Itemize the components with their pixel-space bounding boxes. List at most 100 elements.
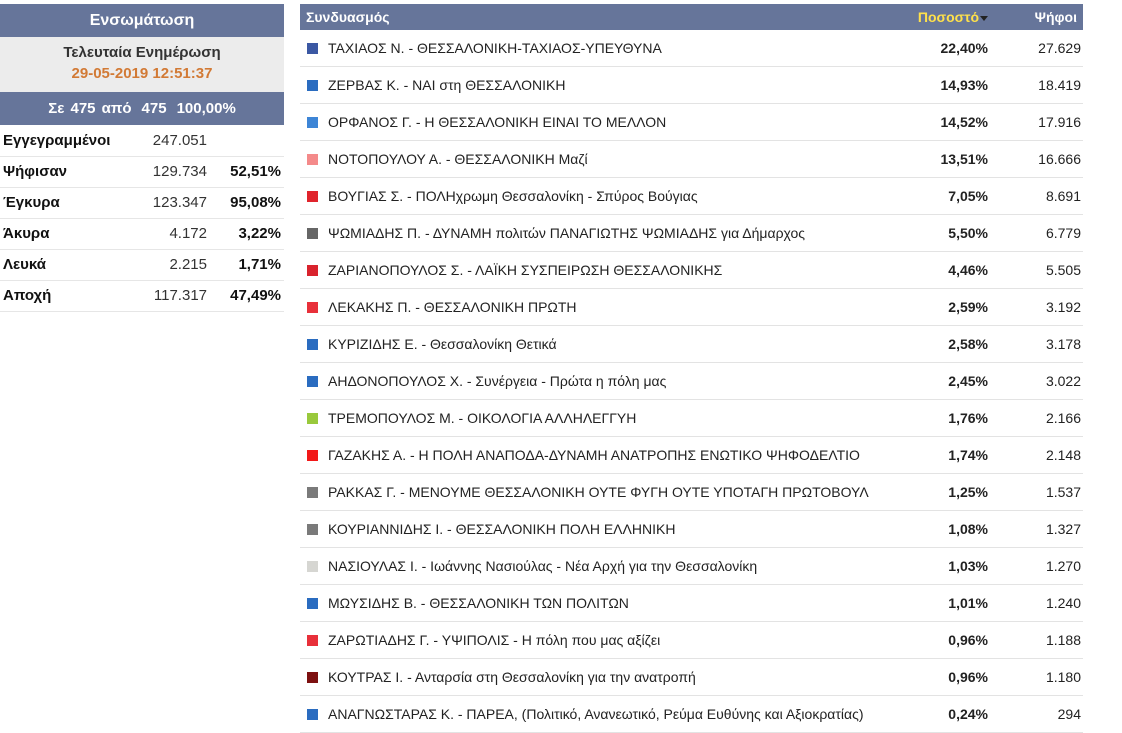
coalition-percentage: 14,52% <box>940 114 988 130</box>
progress-prefix: Σε 475 από <box>48 100 132 117</box>
result-row[interactable]: ΖΑΡΙΑΝΟΠΟΥΛΟΣ Σ. - ΛΑΪΚΗ ΣΥΣΠΕΙΡΩΣΗ ΘΕΣΣ… <box>300 252 1083 289</box>
stats-row: Λευκά 2.215 1,71% <box>0 249 284 281</box>
stat-label: Άκυρα <box>0 218 120 250</box>
party-color-swatch <box>307 671 318 683</box>
result-row[interactable]: ΨΩΜΙΑΔΗΣ Π. - ΔΥΝΑΜΗ πολιτών ΠΑΝΑΓΙΩΤΗΣ … <box>300 215 1083 252</box>
coalition-votes: 2.166 <box>1045 410 1081 426</box>
stats-row: Ψήφισαν 129.734 52,51% <box>0 156 284 188</box>
stat-count: 123.347 <box>120 187 210 219</box>
party-color-swatch <box>307 42 318 54</box>
results-header: Συνδυασμός Ποσοστό Ψήφοι <box>300 4 1083 30</box>
coalition-name: ΒΟΥΓΙΑΣ Σ. - ΠΟΛΗχρωμη Θεσσαλονίκη - Σπύ… <box>328 188 698 204</box>
party-color-swatch <box>307 560 318 572</box>
progress-total: 475 <box>141 100 167 117</box>
result-row[interactable]: ΖΑΡΩΤΙΑΔΗΣ Γ. - ΥΨΙΠΟΛΙΣ - Η πόλη που μα… <box>300 622 1083 659</box>
party-color-swatch <box>307 264 318 276</box>
coalition-votes: 3.178 <box>1045 336 1081 352</box>
coalition-percentage: 1,08% <box>948 521 988 537</box>
coalition-name: ΑΝΑΓΝΩΣΤΑΡΑΣ Κ. - ΠΑΡΕΑ, (Πολιτικό, Αναν… <box>328 706 864 722</box>
coalition-percentage: 0,96% <box>948 669 988 685</box>
stat-count: 2.215 <box>120 249 210 281</box>
stat-label: Λευκά <box>0 249 120 281</box>
coalition-votes: 5.505 <box>1045 262 1081 278</box>
coalition-name: ΖΑΡΩΤΙΑΔΗΣ Γ. - ΥΨΙΠΟΛΙΣ - Η πόλη που μα… <box>328 632 661 648</box>
result-row[interactable]: ΒΟΥΓΙΑΣ Σ. - ΠΟΛΗχρωμη Θεσσαλονίκη - Σπύ… <box>300 178 1083 215</box>
column-header-votes[interactable]: Ψήφοι <box>988 9 1083 25</box>
last-update-box: Τελευταία Ενημέρωση 29-05-2019 12:51:37 <box>0 37 284 92</box>
result-row[interactable]: ΟΡΦΑΝΟΣ Γ. - Η ΘΕΣΣΑΛΟΝΙΚΗ ΕΙΝΑΙ ΤΟ ΜΕΛΛ… <box>300 104 1083 141</box>
coalition-name: ΜΩΥΣΙΔΗΣ Β. - ΘΕΣΣΑΛΟΝΙΚΗ ΤΩΝ ΠΟΛΙΤΩΝ <box>328 595 629 611</box>
coalition-percentage: 4,46% <box>948 262 988 278</box>
stat-percent: 95,08% <box>210 187 284 219</box>
coalition-votes: 294 <box>1057 706 1081 722</box>
column-header-percentage[interactable]: Ποσοστό <box>896 9 988 25</box>
party-color-swatch <box>307 597 318 609</box>
stat-label: Αποχή <box>0 280 120 312</box>
result-row[interactable]: ΑΝΑΓΝΩΣΤΑΡΑΣ Κ. - ΠΑΡΕΑ, (Πολιτικό, Αναν… <box>300 696 1083 733</box>
result-row[interactable]: ΚΟΥΡΙΑΝΝΙΔΗΣ Ι. - ΘΕΣΣΑΛΟΝΙΚΗ ΠΟΛΗ ΕΛΛΗΝ… <box>300 511 1083 548</box>
result-row[interactable]: ΛΕΚΑΚΗΣ Π. - ΘΕΣΣΑΛΟΝΙΚΗ ΠΡΩΤΗ 2,59% 3.192 <box>300 289 1083 326</box>
sort-desc-icon <box>980 15 988 21</box>
coalition-name: ΖΕΡΒΑΣ Κ. - ΝΑΙ στη ΘΕΣΣΑΛΟΝΙΚΗ <box>328 77 566 93</box>
result-row[interactable]: ΑΗΔΟΝΟΠΟΥΛΟΣ Χ. - Συνέργεια - Πρώτα η πό… <box>300 363 1083 400</box>
coalition-percentage: 2,45% <box>948 373 988 389</box>
result-row[interactable]: ΖΕΡΒΑΣ Κ. - ΝΑΙ στη ΘΕΣΣΑΛΟΝΙΚΗ 14,93% 18.… <box>300 67 1083 104</box>
party-color-swatch <box>307 190 318 202</box>
progress-percent: 100,00% <box>176 100 236 117</box>
last-update-label: Τελευταία Ενημέρωση <box>63 44 221 61</box>
coalition-percentage: 0,24% <box>948 706 988 722</box>
coalition-votes: 27.629 <box>1038 40 1081 56</box>
coalition-votes: 1.270 <box>1045 558 1081 574</box>
coalition-name: ΝΟΤΟΠΟΥΛΟΥ Α. - ΘΕΣΣΑΛΟΝΙΚΗ Μαζί <box>328 151 588 167</box>
coalition-name: ΤΑΧΙΑΟΣ Ν. - ΘΕΣΣΑΛΟΝΙΚΗ-ΤΑΧΙΑΟΣ-ΥΠΕΥΘΥΝ… <box>328 40 662 56</box>
coalition-name: ΓΑΖΑΚΗΣ Α. - Η ΠΟΛΗ ΑΝΑΠΟΔΑ-ΔΥΝΑΜΗ ΑΝΑΤΡ… <box>328 447 860 463</box>
coalition-percentage: 13,51% <box>940 151 988 167</box>
coalition-percentage: 1,01% <box>948 595 988 611</box>
party-color-swatch <box>307 153 318 165</box>
result-row[interactable]: ΓΑΖΑΚΗΣ Α. - Η ΠΟΛΗ ΑΝΑΠΟΔΑ-ΔΥΝΑΜΗ ΑΝΑΤΡ… <box>300 437 1083 474</box>
result-row[interactable]: ΚΥΡΙΖΙΔΗΣ Ε. - Θεσσαλονίκη Θετικά 2,58% 3.… <box>300 326 1083 363</box>
coalition-name: ΖΑΡΙΑΝΟΠΟΥΛΟΣ Σ. - ΛΑΪΚΗ ΣΥΣΠΕΙΡΩΣΗ ΘΕΣΣ… <box>328 262 723 278</box>
stats-row: Έγκυρα 123.347 95,08% <box>0 187 284 219</box>
stat-percent: 3,22% <box>210 218 284 250</box>
coalition-name: ΚΟΥΤΡΑΣ Ι. - Ανταρσία στη Θεσσαλονίκη γι… <box>328 669 696 685</box>
result-row[interactable]: ΤΡΕΜΟΠΟΥΛΟΣ Μ. - ΟΙΚΟΛΟΓΙΑ ΑΛΛΗΛΕΓΓΥΗ 1,7… <box>300 400 1083 437</box>
coalition-percentage: 5,50% <box>948 225 988 241</box>
party-color-swatch <box>307 301 318 313</box>
party-color-swatch <box>307 523 318 535</box>
stats-table: Εγγεγραμμένοι 247.051 Ψήφισαν 129.734 52,51%… <box>0 125 284 312</box>
party-color-swatch <box>307 338 318 350</box>
result-row[interactable]: ΚΟΥΤΡΑΣ Ι. - Ανταρσία στη Θεσσαλονίκη γι… <box>300 659 1083 696</box>
coalition-votes: 18.419 <box>1038 77 1081 93</box>
stat-percent: 1,71% <box>210 249 284 281</box>
coalition-percentage: 22,40% <box>940 40 988 56</box>
stat-count: 129.734 <box>120 156 210 188</box>
coalition-name: ΚΥΡΙΖΙΔΗΣ Ε. - Θεσσαλονίκη Θετικά <box>328 336 557 352</box>
coalition-votes: 1.180 <box>1045 669 1081 685</box>
result-row[interactable]: ΜΩΥΣΙΔΗΣ Β. - ΘΕΣΣΑΛΟΝΙΚΗ ΤΩΝ ΠΟΛΙΤΩΝ 1,0… <box>300 585 1083 622</box>
party-color-swatch <box>307 708 318 720</box>
coalition-name: ΚΟΥΡΙΑΝΝΙΔΗΣ Ι. - ΘΕΣΣΑΛΟΝΙΚΗ ΠΟΛΗ ΕΛΛΗΝ… <box>328 521 676 537</box>
result-row[interactable]: ΝΟΤΟΠΟΥΛΟΥ Α. - ΘΕΣΣΑΛΟΝΙΚΗ Μαζί 13,51% 16… <box>300 141 1083 178</box>
coalition-votes: 2.148 <box>1045 447 1081 463</box>
coalition-percentage: 0,96% <box>948 632 988 648</box>
party-color-swatch <box>307 375 318 387</box>
coalition-name: ΤΡΕΜΟΠΟΥΛΟΣ Μ. - ΟΙΚΟΛΟΓΙΑ ΑΛΛΗΛΕΓΓΥΗ <box>328 410 637 426</box>
column-header-coalition[interactable]: Συνδυασμός <box>300 9 896 25</box>
stat-label: Ψήφισαν <box>0 156 120 188</box>
coalition-percentage: 14,93% <box>940 77 988 93</box>
stat-count: 117.317 <box>120 280 210 312</box>
stat-percent: 52,51% <box>210 156 284 188</box>
stat-percent <box>210 125 284 157</box>
stat-count: 247.051 <box>120 125 210 157</box>
result-row[interactable]: ΤΑΧΙΑΟΣ Ν. - ΘΕΣΣΑΛΟΝΙΚΗ-ΤΑΧΙΑΟΣ-ΥΠΕΥΘΥΝ… <box>300 30 1083 67</box>
coalition-percentage: 7,05% <box>948 188 988 204</box>
stat-label: Εγγεγραμμένοι <box>0 125 120 157</box>
stat-label: Έγκυρα <box>0 187 120 219</box>
coalition-name: ΟΡΦΑΝΟΣ Γ. - Η ΘΕΣΣΑΛΟΝΙΚΗ ΕΙΝΑΙ ΤΟ ΜΕΛΛ… <box>328 114 667 130</box>
stats-row: Αποχή 117.317 47,49% <box>0 280 284 312</box>
party-color-swatch <box>307 227 318 239</box>
result-row[interactable]: ΡΑΚΚΑΣ Γ. - ΜΕΝΟΥΜΕ ΘΕΣΣΑΛΟΝΙΚΗ ΟΥΤΕ ΦΥΓ… <box>300 474 1083 511</box>
result-row[interactable]: ΝΑΣΙΟΥΛΑΣ Ι. - Ιωάννης Νασιούλας - Νέα Α… <box>300 548 1083 585</box>
coalition-name: ΨΩΜΙΑΔΗΣ Π. - ΔΥΝΑΜΗ πολιτών ΠΑΝΑΓΙΩΤΗΣ … <box>328 225 806 241</box>
